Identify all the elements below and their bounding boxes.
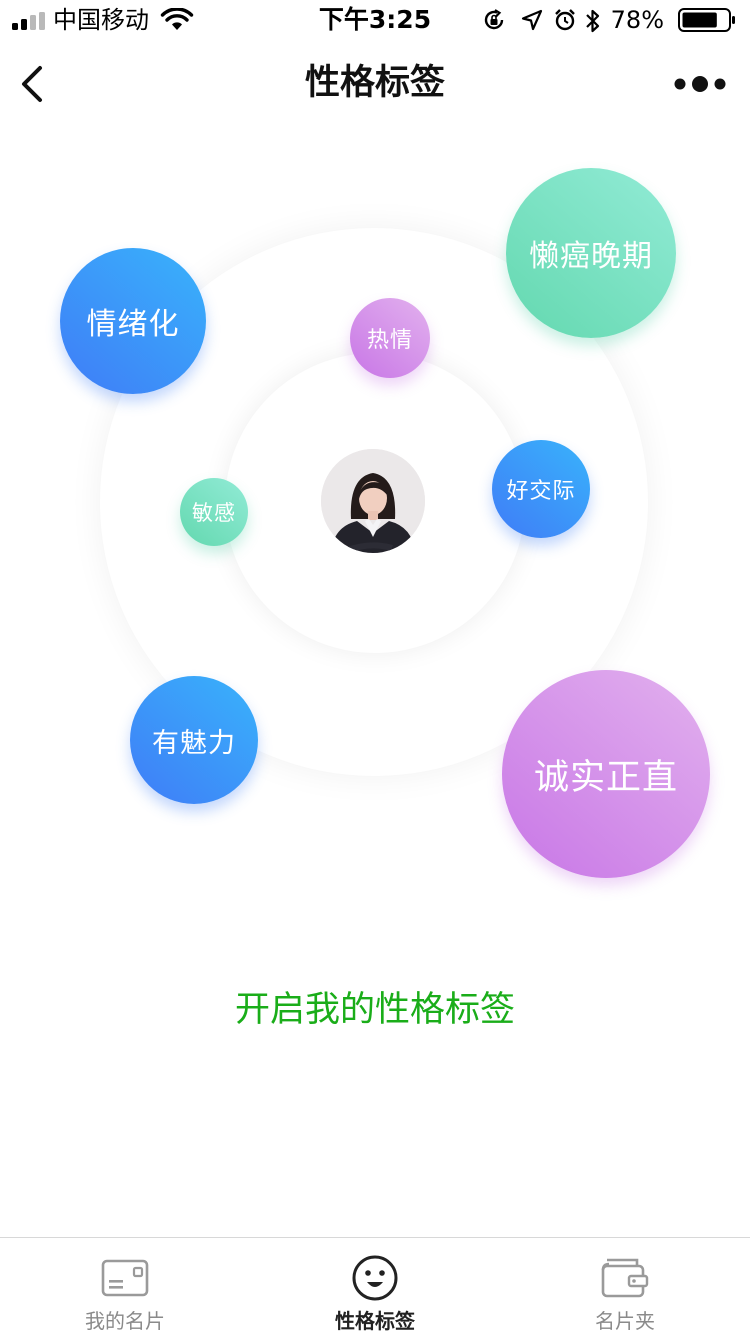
tag-bubble[interactable]: 好交际 — [492, 440, 590, 538]
tag-bubble[interactable]: 诚实正直 — [502, 670, 710, 878]
card-icon — [101, 1259, 149, 1297]
avatar[interactable] — [321, 449, 425, 553]
battery-percentage: 78% — [610, 6, 664, 34]
tag-label: 敏感 — [192, 501, 236, 525]
bluetooth-icon — [586, 9, 600, 33]
tag-bubble[interactable]: 懒癌晚期 — [506, 168, 676, 338]
user-portrait — [321, 449, 425, 553]
tab-bar: 我的名片 性格标签 名片夹 — [0, 1237, 750, 1335]
tag-bubble[interactable]: 热情 — [350, 298, 430, 378]
status-indicators: 78% — [484, 5, 736, 35]
location-icon — [521, 9, 543, 31]
tab-card-holder[interactable]: 名片夹 — [500, 1238, 750, 1335]
smile-face-icon — [352, 1255, 398, 1301]
wallet-icon — [601, 1258, 649, 1298]
tab-label: 性格标签 — [335, 1309, 415, 1333]
tag-bubble[interactable]: 有魅力 — [130, 676, 258, 804]
tag-label: 有魅力 — [152, 727, 236, 759]
navigation-bar: 性格标签 — [0, 40, 750, 128]
tag-bubble[interactable]: 情绪化 — [60, 248, 206, 394]
orientation-lock-icon — [484, 9, 504, 30]
tab-my-card[interactable]: 我的名片 — [0, 1238, 250, 1335]
battery-icon — [678, 8, 735, 32]
page-title: 性格标签 — [304, 63, 445, 103]
tag-label: 热情 — [366, 328, 413, 353]
tab-label: 我的名片 — [85, 1309, 165, 1333]
tag-label: 好交际 — [506, 479, 576, 504]
tag-label: 情绪化 — [86, 307, 180, 342]
tag-label: 懒癌晚期 — [529, 239, 653, 274]
alarm-icon — [555, 9, 575, 31]
tab-label: 名片夹 — [595, 1309, 655, 1333]
tag-bubble[interactable]: 敏感 — [180, 478, 248, 546]
more-button[interactable] — [674, 70, 730, 98]
more-dots-icon — [674, 76, 726, 92]
personality-tag-graph: 情绪化 懒癌晚期 热情 好交际 敏感 有魅力 诚实正直 — [0, 128, 750, 948]
tab-personality-tags[interactable]: 性格标签 — [250, 1238, 500, 1335]
start-personality-tags-link[interactable]: 开启我的性格标签 — [0, 985, 750, 1035]
status-bar: 中国移动 下午3:25 78% — [0, 0, 750, 40]
tag-label: 诚实正直 — [533, 757, 678, 798]
